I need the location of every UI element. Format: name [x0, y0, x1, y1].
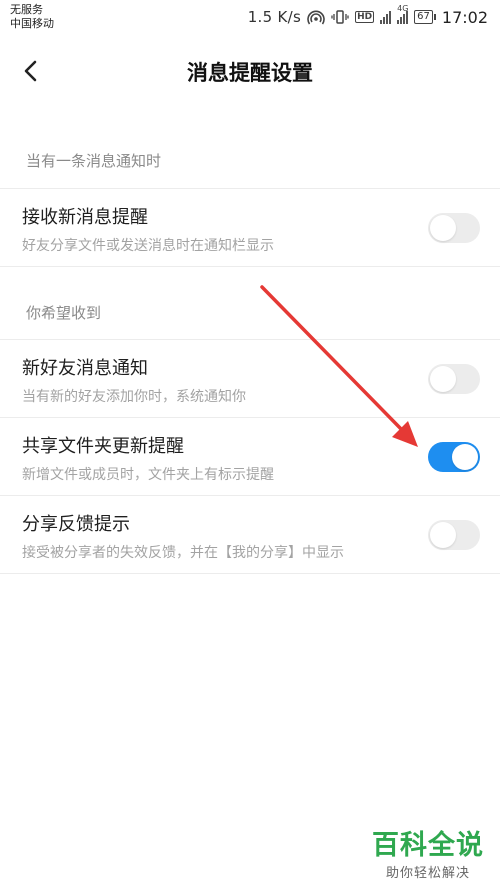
4g-signal-icon: 4G — [397, 4, 408, 24]
divider — [0, 573, 500, 574]
toggle-knob — [430, 366, 456, 392]
setting-title: 共享文件夹更新提醒 — [22, 436, 184, 457]
setting-subtitle: 新增文件或成员时，文件夹上有标示提醒 — [22, 467, 274, 483]
4g-label: 4G — [397, 4, 409, 13]
setting-subtitle: 接受被分享者的失效反馈，并在【我的分享】中显示 — [22, 545, 344, 561]
toggle-receive-new-message[interactable] — [428, 213, 480, 243]
watermark-logo: 百科全说 助你轻松解决 — [372, 830, 484, 881]
hotspot-icon — [307, 9, 325, 25]
toggle-share-feedback[interactable] — [428, 520, 480, 550]
setting-subtitle: 当有新的好友添加你时，系统通知你 — [22, 389, 246, 405]
network-speed: 1.5 K/s — [247, 8, 302, 26]
battery-icon: 67 — [414, 10, 436, 24]
toggle-knob — [430, 215, 456, 241]
status-bar: 无服务 中国移动 1.5 K/s HD 4G 67 17:02 — [0, 0, 500, 36]
divider — [0, 266, 500, 267]
carrier-info: 无服务 中国移动 — [10, 3, 54, 31]
section-label-on-message: 当有一条消息通知时 — [26, 152, 162, 170]
setting-title: 接收新消息提醒 — [22, 207, 148, 228]
setting-subtitle: 好友分享文件或发送消息时在通知栏显示 — [22, 238, 274, 254]
toggle-shared-folder-update[interactable] — [428, 442, 480, 472]
vibrate-icon — [331, 9, 349, 25]
section-label-want-to-receive: 你希望收到 — [26, 304, 102, 322]
setting-title: 新好友消息通知 — [22, 358, 148, 379]
setting-row-receive-new-message: 接收新消息提醒 好友分享文件或发送消息时在通知栏显示 — [0, 189, 500, 267]
watermark-brand: 百科全说 — [372, 830, 484, 861]
setting-row-share-feedback: 分享反馈提示 接受被分享者的失效反馈，并在【我的分享】中显示 — [0, 496, 500, 574]
setting-row-new-friend-notification: 新好友消息通知 当有新的好友添加你时，系统通知你 — [0, 340, 500, 418]
clock: 17:02 — [441, 7, 488, 27]
carrier-line-2: 中国移动 — [10, 17, 54, 30]
setting-row-shared-folder-update: 共享文件夹更新提醒 新增文件或成员时，文件夹上有标示提醒 — [0, 418, 500, 496]
toggle-knob — [452, 444, 478, 470]
carrier-line-1: 无服务 — [10, 3, 43, 16]
hd-icon: HD — [355, 11, 375, 23]
watermark-tagline: 助你轻松解决 — [385, 866, 470, 881]
toggle-knob — [430, 522, 456, 548]
toggle-new-friend-notification[interactable] — [428, 364, 480, 394]
battery-level: 67 — [414, 10, 433, 24]
page-title: 消息提醒设置 — [187, 61, 313, 85]
setting-title: 分享反馈提示 — [22, 514, 130, 535]
signal-icon — [380, 10, 392, 24]
status-indicators: 1.5 K/s HD 4G 67 17:02 — [247, 4, 488, 28]
header: 消息提醒设置 — [0, 40, 500, 102]
